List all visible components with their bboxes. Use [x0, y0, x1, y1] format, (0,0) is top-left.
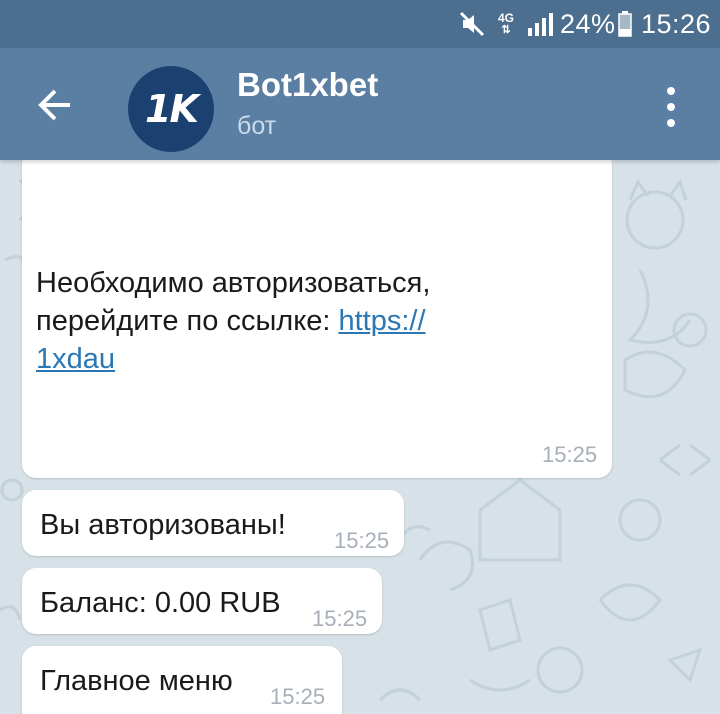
- message-bubble[interactable]: Вы авторизованы! 15:25: [22, 490, 404, 556]
- message-text-line: перейдите по ссылке:: [36, 305, 339, 337]
- chat-title[interactable]: Bot1xbet: [237, 66, 378, 104]
- signal-icon: [526, 0, 554, 48]
- status-bar: 4G ⇅ 24% 15:26: [0, 0, 720, 48]
- message-text: Главное меню: [40, 665, 233, 697]
- message-time: 15:25: [312, 606, 368, 631]
- auth-link[interactable]: https://: [338, 305, 425, 337]
- avatar-logo: 1K: [145, 87, 199, 131]
- arrow-left-icon: [38, 89, 70, 121]
- avatar[interactable]: 1K: [128, 66, 214, 152]
- battery-percent: 24%: [560, 8, 616, 39]
- more-options-button[interactable]: [656, 82, 686, 132]
- battery-icon: [618, 0, 632, 48]
- network-4g-icon: 4G ⇅: [498, 11, 515, 36]
- more-vert-icon: [667, 87, 675, 127]
- message-bubble[interactable]: Необходимо авторизоваться, перейдите по …: [22, 160, 612, 478]
- back-button[interactable]: [28, 78, 82, 132]
- message-text: Вы авторизованы!: [40, 509, 286, 541]
- message-time: 15:25: [542, 442, 598, 467]
- message-time: 15:25: [270, 684, 326, 709]
- chat-header: 1K Bot1xbet бот: [0, 48, 720, 160]
- message-time: 15:25: [334, 528, 390, 553]
- message-text-line: Необходимо авторизоваться,: [36, 267, 431, 299]
- clock: 15:26: [641, 8, 712, 39]
- message-bubble[interactable]: Баланс: 0.00 RUB 15:25: [22, 568, 382, 634]
- chat-area[interactable]: Необходимо авторизоваться, перейдите по …: [0, 160, 720, 714]
- auth-link-continued[interactable]: 1xdau: [36, 343, 115, 375]
- message-text: Баланс: 0.00 RUB: [40, 587, 281, 619]
- chat-subtitle: бот: [237, 112, 277, 140]
- message-bubble[interactable]: Главное меню 15:25: [22, 646, 342, 714]
- mute-icon: [458, 0, 486, 48]
